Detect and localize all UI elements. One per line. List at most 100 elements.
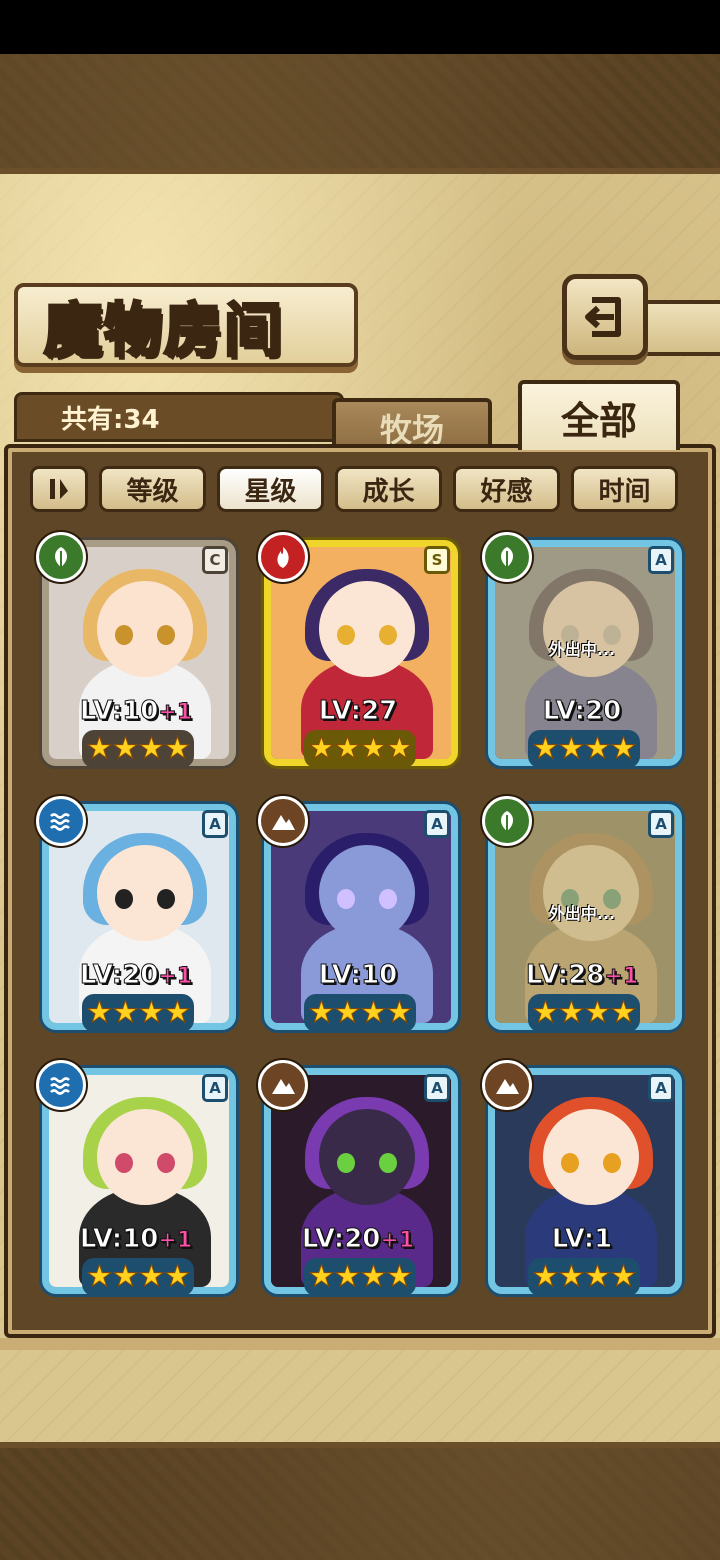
star-icon: ★ [138, 995, 166, 1030]
star-icon: ★ [112, 731, 140, 766]
star-icon: ★ [610, 1259, 638, 1294]
star-icon: ★ [164, 995, 192, 1030]
star-rating: ★ ★ ★ ★ [528, 730, 640, 768]
status-bar [0, 0, 720, 54]
earth-element-icon [258, 796, 308, 846]
star-icon: ★ [308, 995, 336, 1030]
sort-affinity-button[interactable]: 好感 [453, 466, 560, 512]
star-icon: ★ [584, 995, 612, 1030]
star-icon: ★ [360, 995, 388, 1030]
monster-level: LV:10+1 [36, 696, 236, 727]
earth-element-icon [258, 1060, 308, 1110]
rank-badge: A [424, 1074, 450, 1102]
sort-order-icon [50, 479, 68, 499]
rank-badge: A [648, 546, 674, 574]
rank-badge: A [202, 1074, 228, 1102]
star-icon: ★ [532, 1259, 560, 1294]
back-button[interactable] [562, 274, 648, 360]
monster-portrait [49, 811, 229, 1023]
away-status: 外出中... [548, 640, 616, 659]
star-icon: ★ [112, 995, 140, 1030]
level-value: LV:20 [301, 1224, 381, 1255]
monster-level: LV:20 [482, 696, 682, 727]
water-element-icon [36, 796, 86, 846]
star-icon: ★ [334, 1259, 362, 1294]
star-icon: ★ [86, 995, 114, 1030]
fire-element-icon [258, 532, 308, 582]
monster-card[interactable]: A LV:1 ★ ★ ★ ★ [482, 1060, 682, 1300]
away-status: 外出中... [548, 904, 616, 923]
star-icon: ★ [86, 731, 114, 766]
level-bonus: +1 [158, 1228, 193, 1254]
rank-badge: A [648, 810, 674, 838]
monster-level: LV:20+1 [258, 1224, 458, 1255]
star-icon: ★ [112, 1259, 140, 1294]
level-value: LV:10 [318, 960, 398, 991]
monster-level: LV:10 [258, 960, 458, 991]
monster-portrait [271, 811, 451, 1023]
return-arrow-icon [585, 297, 621, 337]
level-bonus: +1 [158, 964, 193, 990]
star-icon: ★ [532, 995, 560, 1030]
sort-level-button[interactable]: 等级 [99, 466, 206, 512]
rank-badge: S [424, 546, 450, 574]
water-element-icon [36, 1060, 86, 1110]
monster-card[interactable]: A 外出中... LV:20 ★ ★ ★ ★ [482, 532, 682, 772]
star-icon: ★ [138, 731, 166, 766]
monster-card[interactable]: C LV:10+1 ★ ★ ★ ★ [36, 532, 236, 772]
tab-all[interactable]: 全部 [518, 380, 680, 450]
monster-count: 共有:34 [61, 404, 160, 435]
monster-portrait [271, 547, 451, 759]
star-icon: ★ [584, 731, 612, 766]
page-title: 魔物房间 [42, 295, 285, 366]
star-icon: ★ [360, 731, 388, 766]
monster-level: LV:1 [482, 1224, 682, 1255]
monster-portrait [49, 1075, 229, 1287]
rank-badge: C [202, 546, 228, 574]
rank-badge: A [648, 1074, 674, 1102]
star-rating: ★ ★ ★ ★ [304, 994, 416, 1032]
star-icon: ★ [386, 995, 414, 1030]
sort-order-button[interactable] [30, 466, 88, 512]
monster-portrait [495, 1075, 675, 1287]
star-icon: ★ [386, 1259, 414, 1294]
star-icon: ★ [610, 995, 638, 1030]
star-rating: ★ ★ ★ ★ [528, 994, 640, 1032]
level-value: LV:27 [318, 696, 398, 727]
monster-card[interactable]: S LV:27 ★ ★ ★ ★ [258, 532, 458, 772]
monster-card[interactable]: A LV:20+1 ★ ★ ★ ★ [258, 1060, 458, 1300]
sort-time-button[interactable]: 时间 [571, 466, 678, 512]
panel-bottom-edge [0, 1338, 720, 1350]
star-icon: ★ [558, 731, 586, 766]
monster-card[interactable]: A LV:20+1 ★ ★ ★ ★ [36, 796, 236, 1036]
monster-card[interactable]: A 外出中... LV:28+1 ★ ★ ★ ★ [482, 796, 682, 1036]
star-rating: ★ ★ ★ ★ [304, 730, 416, 768]
star-icon: ★ [334, 995, 362, 1030]
star-rating: ★ ★ ★ ★ [82, 994, 194, 1032]
star-icon: ★ [334, 731, 362, 766]
title-plate: 魔物房间 [14, 283, 358, 367]
monster-card[interactable]: A LV:10+1 ★ ★ ★ ★ [36, 1060, 236, 1300]
star-icon: ★ [308, 731, 336, 766]
sort-star-button[interactable]: 星级 [217, 466, 324, 512]
earth-element-icon [482, 1060, 532, 1110]
star-icon: ★ [386, 731, 414, 766]
level-value: LV:20 [79, 960, 159, 991]
monster-card[interactable]: A LV:10 ★ ★ ★ ★ [258, 796, 458, 1036]
star-icon: ★ [558, 1259, 586, 1294]
sort-bar: 等级 星级 成长 好感 时间 [30, 466, 690, 514]
rank-badge: A [202, 810, 228, 838]
star-icon: ★ [610, 731, 638, 766]
star-icon: ★ [532, 731, 560, 766]
sort-growth-button[interactable]: 成长 [335, 466, 442, 512]
level-value: LV:20 [542, 696, 622, 727]
level-bonus: +1 [604, 964, 639, 990]
monster-level: LV:28+1 [482, 960, 682, 991]
monster-count-bar: 共有:34 [14, 392, 344, 442]
grass-element-icon [36, 532, 86, 582]
monster-portrait [271, 1075, 451, 1287]
star-rating: ★ ★ ★ ★ [304, 1258, 416, 1296]
star-icon: ★ [558, 995, 586, 1030]
monster-portrait [49, 547, 229, 759]
level-value: LV:10 [79, 696, 159, 727]
